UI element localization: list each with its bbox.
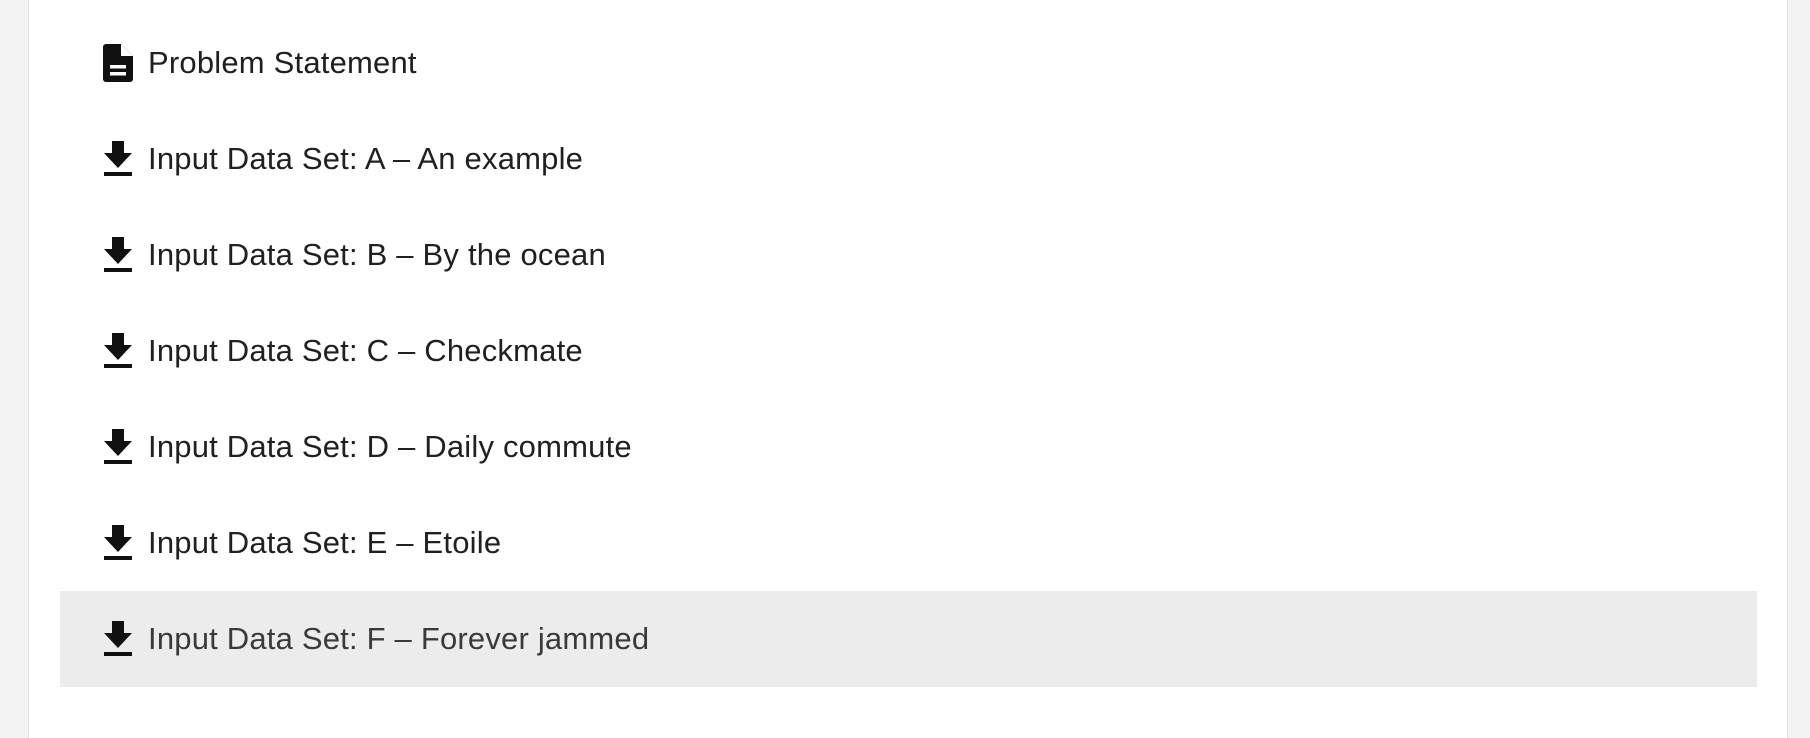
download-dataset-c-link[interactable]: Input Data Set: C – Checkmate bbox=[60, 303, 1757, 399]
dataset-e-label: Input Data Set: E – Etoile bbox=[148, 525, 502, 560]
dataset-d-label: Input Data Set: D – Daily commute bbox=[148, 429, 632, 464]
download-icon bbox=[98, 139, 138, 179]
download-icon bbox=[98, 619, 138, 659]
dataset-f-label: Input Data Set: F – Forever jammed bbox=[148, 621, 650, 656]
download-dataset-d-link[interactable]: Input Data Set: D – Daily commute bbox=[60, 399, 1757, 495]
problem-statement-link[interactable]: Problem Statement bbox=[60, 15, 1757, 111]
download-dataset-a-link[interactable]: Input Data Set: A – An example bbox=[60, 111, 1757, 207]
dataset-a-label: Input Data Set: A – An example bbox=[148, 141, 584, 176]
download-dataset-b-link[interactable]: Input Data Set: B – By the ocean bbox=[60, 207, 1757, 303]
download-icon bbox=[98, 331, 138, 371]
download-dataset-f-link[interactable]: Input Data Set: F – Forever jammed bbox=[60, 591, 1757, 687]
download-dataset-e-link[interactable]: Input Data Set: E – Etoile bbox=[60, 495, 1757, 591]
dataset-b-label: Input Data Set: B – By the ocean bbox=[148, 237, 606, 272]
download-icon bbox=[98, 427, 138, 467]
problem-statement-label: Problem Statement bbox=[148, 45, 417, 80]
dataset-c-label: Input Data Set: C – Checkmate bbox=[148, 333, 583, 368]
download-icon bbox=[98, 523, 138, 563]
resource-list: Problem Statement Input Data Set: A – An… bbox=[60, 15, 1757, 687]
resource-card: Problem Statement Input Data Set: A – An… bbox=[28, 0, 1788, 738]
document-icon bbox=[98, 43, 138, 83]
download-icon bbox=[98, 235, 138, 275]
